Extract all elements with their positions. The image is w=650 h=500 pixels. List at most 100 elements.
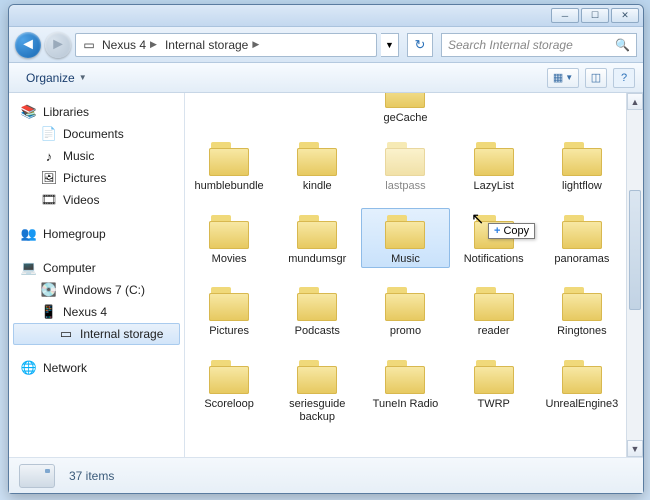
network-icon: 🌐 [21, 360, 37, 376]
folder-label: lastpass [365, 180, 445, 193]
folder-icon [558, 138, 606, 178]
sidebar-documents[interactable]: 📄Documents [9, 123, 184, 145]
explorer-window: ─ ☐ ✕ ◄ ► ▭ Nexus 4▶ Internal storage▶ ▼… [8, 4, 644, 494]
sidebar-internal-storage[interactable]: ▭Internal storage [13, 323, 180, 345]
folder-item[interactable]: Pictures [185, 280, 273, 341]
folder-icon [558, 211, 606, 251]
folder-label: UnrealEngine3 [542, 398, 622, 411]
folder-icon [470, 356, 518, 396]
folder-item[interactable]: UnrealEngine3 [538, 353, 626, 426]
folder-icon [470, 138, 518, 178]
help-button[interactable]: ? [613, 68, 635, 88]
folder-label: Movies [189, 253, 269, 266]
search-input[interactable]: Search Internal storage 🔍 [441, 33, 637, 57]
breadcrumb[interactable]: ▭ Nexus 4▶ Internal storage▶ [75, 33, 377, 57]
sidebar-cdrive[interactable]: 💽Windows 7 (C:) [9, 279, 184, 301]
scroll-track[interactable] [627, 110, 643, 440]
sidebar-videos[interactable]: 🎞Videos [9, 189, 184, 211]
scroll-up-button[interactable]: ▲ [627, 93, 643, 110]
folder-item[interactable]: mundumsgr [273, 208, 361, 269]
folder-label: kindle [277, 180, 357, 193]
folder-item[interactable]: Ringtones [538, 280, 626, 341]
folder-icon [293, 211, 341, 251]
drive-icon: ▭ [80, 38, 98, 52]
folder-label: mundumsgr [277, 253, 357, 266]
music-icon: ♪ [41, 148, 57, 164]
folder-label: promo [365, 325, 445, 338]
breadcrumb-device[interactable]: Nexus 4▶ [98, 34, 161, 56]
homegroup-icon: 👥 [21, 226, 37, 242]
folder-view[interactable]: geCache humblebundle kindle lastpass LazyLi… [185, 93, 626, 457]
titlebar[interactable]: ─ ☐ ✕ [9, 5, 643, 27]
sidebar-pictures[interactable]: 🖼Pictures [9, 167, 184, 189]
minimize-button[interactable]: ─ [551, 8, 579, 23]
navigation-bar: ◄ ► ▭ Nexus 4▶ Internal storage▶ ▼ ↻ Sea… [9, 27, 643, 63]
folder-item[interactable]: Music [361, 208, 449, 269]
drag-tooltip-label: Copy [503, 225, 529, 237]
videos-icon: 🎞 [41, 192, 57, 208]
folder-item[interactable]: Movies [185, 208, 273, 269]
folder-icon [205, 211, 253, 251]
back-button[interactable]: ◄ [15, 32, 41, 58]
preview-pane-button[interactable]: ◫ [585, 68, 607, 88]
folder-item[interactable]: humblebundle [185, 135, 273, 196]
folder-icon [470, 283, 518, 323]
folder-label: lightflow [542, 180, 622, 193]
organize-label: Organize [26, 71, 75, 85]
search-icon: 🔍 [615, 38, 630, 52]
documents-icon: 📄 [41, 126, 57, 142]
folder-item[interactable]: geCache [361, 93, 449, 128]
scroll-thumb[interactable] [629, 190, 641, 310]
folder-item[interactable]: Podcasts [273, 280, 361, 341]
phone-icon: 📱 [41, 304, 57, 320]
breadcrumb-location[interactable]: Internal storage▶ [161, 34, 263, 56]
forward-button[interactable]: ► [45, 32, 71, 58]
sidebar-homegroup[interactable]: 👥Homegroup [9, 223, 184, 245]
folder-item[interactable]: panoramas [538, 208, 626, 269]
folder-item[interactable]: lightflow [538, 135, 626, 196]
sidebar-computer[interactable]: 💻Computer [9, 257, 184, 279]
arrow-left-icon: ◄ [20, 36, 36, 54]
folder-item[interactable]: reader [450, 280, 538, 341]
folder-item[interactable]: LazyList [450, 135, 538, 196]
folder-item[interactable]: TWRP [450, 353, 538, 426]
folder-label: Music [365, 253, 445, 266]
folder-item[interactable]: kindle [273, 135, 361, 196]
arrow-right-icon: ► [50, 36, 66, 54]
folder-label: panoramas [542, 253, 622, 266]
navigation-pane: 📚Libraries 📄Documents ♪Music 🖼Pictures 🎞… [9, 93, 185, 457]
folder-icon [293, 356, 341, 396]
folder-label: TuneIn Radio [365, 398, 445, 411]
sidebar-libraries[interactable]: 📚Libraries [9, 101, 184, 123]
sidebar-device[interactable]: 📱Nexus 4 [9, 301, 184, 323]
folder-label: geCache [365, 112, 445, 125]
folder-icon [381, 211, 429, 251]
view-icon: ▦ [553, 71, 563, 84]
maximize-button[interactable]: ☐ [581, 8, 609, 23]
folder-item[interactable]: TuneIn Radio [361, 353, 449, 426]
folder-item[interactable]: lastpass [361, 135, 449, 196]
folder-label: LazyList [454, 180, 534, 193]
folder-item[interactable]: seriesguide backup [273, 353, 361, 426]
history-dropdown[interactable]: ▼ [381, 33, 399, 57]
folder-item[interactable]: Scoreloop [185, 353, 273, 426]
drag-tooltip: + Copy [488, 223, 535, 239]
view-button[interactable]: ▦▼ [547, 68, 579, 88]
vertical-scrollbar[interactable]: ▲ ▼ [626, 93, 643, 457]
folder-icon [381, 356, 429, 396]
pictures-icon: 🖼 [41, 170, 57, 186]
close-button[interactable]: ✕ [611, 8, 639, 23]
chevron-down-icon: ▼ [385, 40, 394, 50]
refresh-button[interactable]: ↻ [407, 33, 433, 57]
folder-icon [381, 93, 429, 110]
scroll-down-button[interactable]: ▼ [627, 440, 643, 457]
folder-item[interactable]: promo [361, 280, 449, 341]
folder-label: Scoreloop [189, 398, 269, 411]
organize-button[interactable]: Organize ▼ [17, 67, 96, 89]
folder-label: Notifications [454, 253, 534, 266]
libraries-icon: 📚 [21, 104, 37, 120]
sidebar-music[interactable]: ♪Music [9, 145, 184, 167]
sidebar-network[interactable]: 🌐Network [9, 357, 184, 379]
folder-icon [293, 283, 341, 323]
disk-icon: 💽 [41, 282, 57, 298]
